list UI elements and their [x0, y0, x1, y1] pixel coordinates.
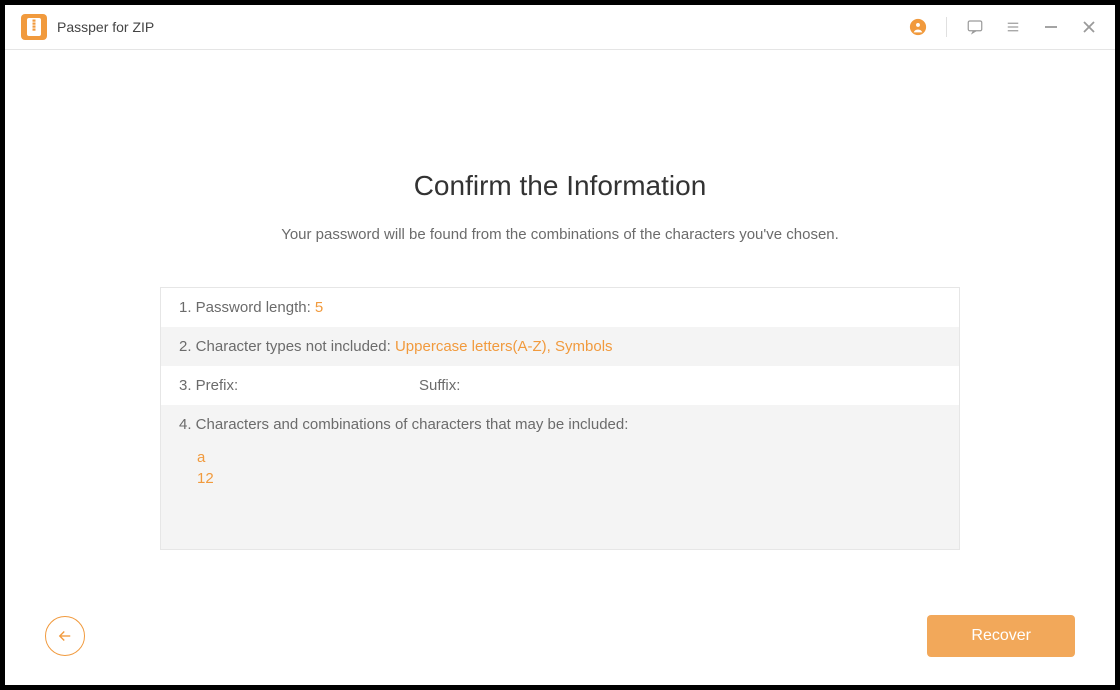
info-value: Uppercase letters(A-Z), Symbols — [395, 338, 613, 355]
close-button[interactable] — [1077, 15, 1101, 39]
included-value-line: 12 — [197, 468, 941, 489]
titlebar-divider — [946, 17, 947, 37]
info-label: 1. Password length: — [179, 299, 315, 316]
info-label: 4. Characters and combinations of charac… — [179, 416, 941, 433]
app-logo-icon — [21, 14, 47, 40]
minimize-button[interactable] — [1039, 15, 1063, 39]
info-value: 5 — [315, 299, 323, 316]
main-content: Confirm the Information Your password wi… — [5, 50, 1115, 685]
page-title: Confirm the Information — [45, 170, 1075, 202]
app-title: Passper for ZIP — [57, 19, 154, 35]
prefix-label: 3. Prefix: — [179, 377, 238, 394]
menu-icon[interactable] — [1001, 15, 1025, 39]
included-value-line: a — [197, 447, 941, 468]
back-button[interactable] — [45, 616, 85, 656]
app-window: Passper for ZIP — [5, 5, 1115, 685]
page-subtitle: Your password will be found from the com… — [45, 226, 1075, 243]
info-row-password-length: 1. Password length: 5 — [161, 288, 959, 327]
info-label: 2. Character types not included: — [179, 338, 395, 355]
info-row-included-chars: 4. Characters and combinations of charac… — [161, 405, 959, 549]
feedback-icon[interactable] — [963, 15, 987, 39]
suffix-label: Suffix: — [419, 377, 460, 394]
info-row-prefix-suffix: 3. Prefix: Suffix: — [161, 366, 959, 405]
titlebar: Passper for ZIP — [5, 5, 1115, 50]
recover-button[interactable]: Recover — [927, 615, 1075, 657]
account-icon[interactable] — [906, 15, 930, 39]
confirmation-info-box: 1. Password length: 5 2. Character types… — [160, 287, 960, 550]
footer: Recover — [45, 615, 1075, 657]
info-row-excluded-types: 2. Character types not included: Upperca… — [161, 327, 959, 366]
